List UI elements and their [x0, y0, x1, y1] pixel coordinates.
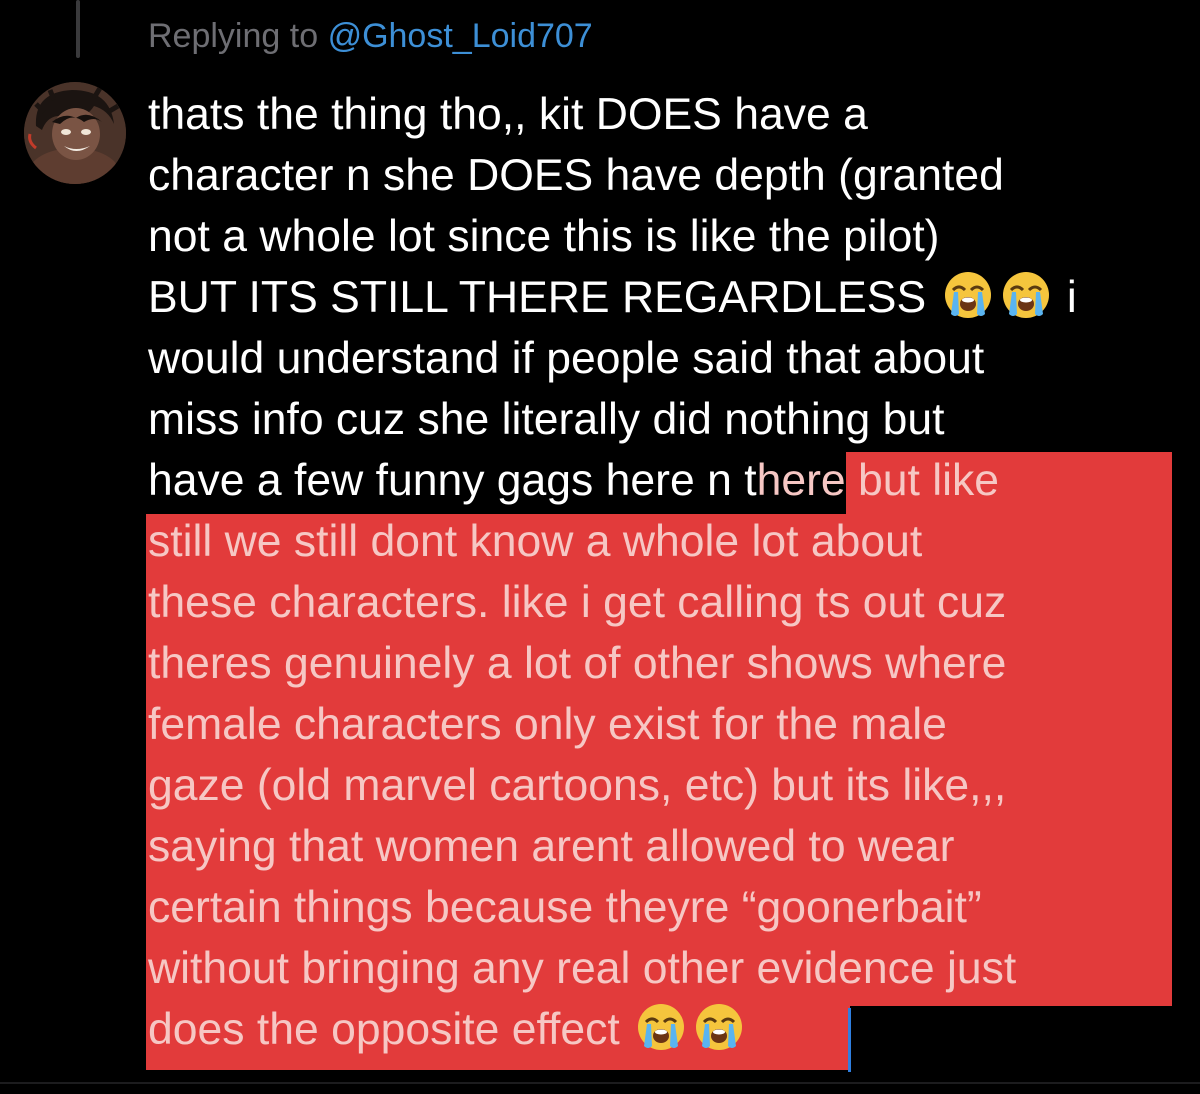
tweet-line-text: have a few funny gags here n t: [148, 456, 757, 505]
highlighted-text: here but like: [756, 456, 1000, 505]
highlighted-line-with-emoji: does the opposite effect: [148, 999, 1178, 1060]
highlighted-line: still we still dont know a whole lot abo…: [148, 517, 923, 566]
loudly-crying-face-icon: [1001, 270, 1051, 320]
loudly-crying-face-icon: [636, 1002, 686, 1052]
highlighted-line: female characters only exist for the mal…: [148, 700, 947, 749]
tweet-reply-view: Replying to @Ghost_Loid707 thats the thi…: [0, 0, 1200, 1094]
user-avatar-icon[interactable]: [24, 82, 126, 184]
tweet-line-text: i: [1066, 273, 1077, 322]
tweet-text: thats the thing tho,, kit DOES have a ch…: [148, 84, 1178, 1060]
highlighted-line: theres genuinely a lot of other shows wh…: [148, 639, 1007, 688]
highlighted-line: certain things because theyre “goonerbai…: [148, 883, 982, 932]
tweet-line-text: does the opposite effect: [148, 1005, 620, 1054]
bottom-divider: [0, 1082, 1200, 1084]
highlighted-line: saying that women arent allowed to wear: [148, 822, 955, 871]
replying-to-line: Replying to @Ghost_Loid707: [148, 16, 593, 56]
replying-to-label: Replying to: [148, 17, 319, 55]
highlighted-line: gaze (old marvel cartoons, etc) but its …: [148, 761, 1007, 810]
tweet-line: character n she DOES have depth (granted: [148, 151, 1004, 200]
loudly-crying-face-icon: [694, 1002, 744, 1052]
tweet-line: would understand if people said that abo…: [148, 334, 985, 383]
highlighted-line: these characters. like i get calling ts …: [148, 578, 1007, 627]
replying-to-handle-link[interactable]: @Ghost_Loid707: [328, 17, 593, 55]
tweet-line-with-emoji: BUT ITS STILL THERE REGARDLESS i: [148, 267, 1178, 328]
tweet-line-text: BUT ITS STILL THERE REGARDLESS: [148, 273, 927, 322]
tweet-line: miss info cuz she literally did nothing …: [148, 395, 945, 444]
tweet-line-partial-highlight: have a few funny gags here n there but l…: [148, 450, 1178, 511]
tweet-line: thats the thing tho,, kit DOES have a: [148, 90, 868, 139]
thread-connector-line: [76, 0, 80, 58]
loudly-crying-face-icon: [943, 270, 993, 320]
tweet-line: not a whole lot since this is like the p…: [148, 212, 940, 261]
highlighted-line: without bringing any real other evidence…: [148, 944, 1017, 993]
text-cursor-caret: [848, 1008, 851, 1072]
